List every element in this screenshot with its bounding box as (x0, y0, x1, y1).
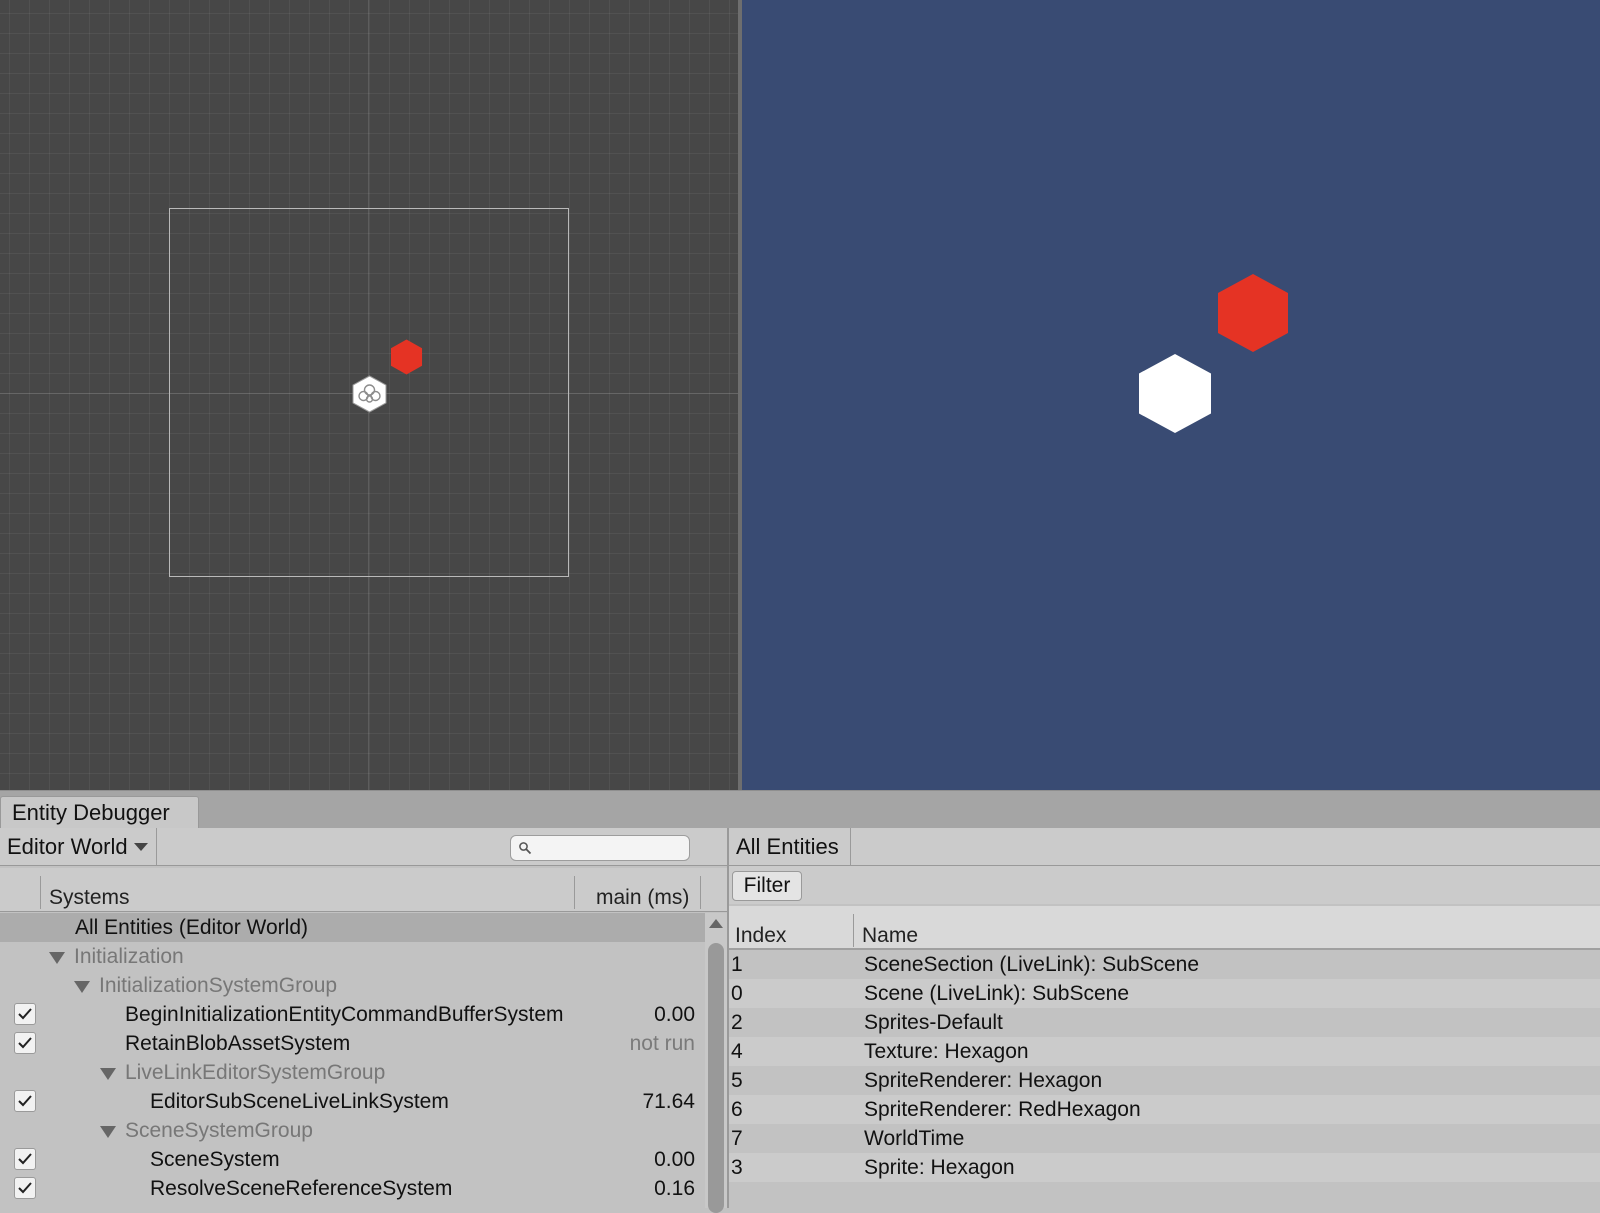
system-row[interactable]: SceneSystem 0.00 (0, 1145, 705, 1174)
entity-name: SceneSection (LiveLink): SubScene (864, 953, 1200, 976)
entity-name: Sprite: Hexagon (864, 1156, 1015, 1179)
system-row-all-entities[interactable]: All Entities (Editor World) (0, 913, 705, 942)
scrollbar-thumb[interactable] (708, 943, 724, 1213)
system-label: SceneSystem (150, 1148, 280, 1171)
system-time: 0.16 (654, 1177, 695, 1200)
entity-row[interactable]: 3 Sprite: Hexagon (729, 1153, 1600, 1182)
column-header-index[interactable]: Index (735, 924, 786, 948)
entity-row[interactable]: 7 WorldTime (729, 1124, 1600, 1153)
entity-name: Scene (LiveLink): SubScene (864, 982, 1129, 1005)
checkmark-icon (18, 1095, 32, 1107)
column-header-name[interactable]: Name (862, 924, 918, 948)
system-enabled-checkbox[interactable] (14, 1032, 36, 1054)
entity-row[interactable]: 4 Texture: Hexagon (729, 1037, 1600, 1066)
system-time: 0.00 (654, 1003, 695, 1026)
system-group-row[interactable]: Initialization (0, 942, 705, 971)
filter-bar: Filter (729, 866, 1600, 904)
column-separator (853, 914, 854, 947)
system-row[interactable]: EditorSubSceneLiveLinkSystem 71.64 (0, 1087, 705, 1116)
entities-panel-title: All Entities (729, 828, 851, 865)
system-time: not run (629, 1032, 695, 1055)
system-group-label: Initialization (74, 945, 184, 968)
entity-row[interactable]: 2 Sprites-Default (729, 1008, 1600, 1037)
column-header-systems[interactable]: Systems (49, 886, 130, 910)
scene-white-hexagon[interactable] (352, 375, 387, 413)
checkmark-icon (18, 1008, 32, 1020)
game-white-hexagon (1139, 354, 1211, 433)
checkmark-icon (18, 1153, 32, 1165)
entity-row[interactable]: 6 SpriteRenderer: RedHexagon (729, 1095, 1600, 1124)
entity-index: 0 (731, 982, 743, 1005)
system-label: BeginInitializationEntityCommandBufferSy… (125, 1003, 564, 1026)
system-enabled-checkbox[interactable] (14, 1177, 36, 1199)
chevron-down-icon (134, 843, 148, 851)
scroll-up-arrow-icon[interactable] (709, 919, 723, 928)
system-group-label: LiveLinkEditorSystemGroup (125, 1061, 386, 1084)
checkmark-icon (18, 1182, 32, 1194)
entity-name: SpriteRenderer: RedHexagon (864, 1098, 1141, 1121)
world-dropdown[interactable]: Editor World (0, 828, 157, 865)
entity-index: 6 (731, 1098, 743, 1121)
entity-name: SpriteRenderer: Hexagon (864, 1069, 1103, 1092)
system-enabled-checkbox[interactable] (14, 1148, 36, 1170)
entity-index: 4 (731, 1040, 743, 1063)
scene-view[interactable] (0, 0, 738, 790)
entity-index: 3 (731, 1156, 743, 1179)
systems-panel: Editor World Systems main (ms) All Entit… (0, 828, 727, 1213)
system-group-row[interactable]: SceneSystemGroup (0, 1116, 705, 1145)
entity-index: 1 (731, 953, 743, 976)
entity-index: 7 (731, 1127, 743, 1150)
foldout-triangle-icon[interactable] (100, 1126, 116, 1138)
system-enabled-checkbox[interactable] (14, 1003, 36, 1025)
entity-name: Sprites-Default (864, 1011, 1003, 1034)
system-label: EditorSubSceneLiveLinkSystem (150, 1090, 449, 1113)
system-group-label: SceneSystemGroup (125, 1119, 313, 1142)
system-enabled-checkbox[interactable] (14, 1090, 36, 1112)
world-dropdown-label: Editor World (7, 834, 128, 859)
system-group-label: InitializationSystemGroup (99, 974, 338, 997)
column-separator (700, 876, 701, 909)
entity-row[interactable]: 5 SpriteRenderer: Hexagon (729, 1066, 1600, 1095)
entity-name: Texture: Hexagon (864, 1040, 1029, 1063)
window-tab-bar: Entity Debugger (0, 790, 1600, 829)
foldout-triangle-icon[interactable] (74, 981, 90, 993)
systems-scrollbar[interactable] (705, 913, 727, 1213)
column-separator (40, 876, 41, 909)
search-input[interactable] (510, 835, 690, 861)
system-time: 0.00 (654, 1148, 695, 1171)
entities-panel: All Entities Filter Index Name 1 SceneSe… (729, 828, 1600, 1208)
entities-toolbar: All Entities (729, 828, 1600, 866)
system-label: RetainBlobAssetSystem (125, 1032, 351, 1055)
column-separator (574, 876, 575, 909)
system-row[interactable]: RetainBlobAssetSystem not run (0, 1029, 705, 1058)
entity-index: 5 (731, 1069, 743, 1092)
scene-red-hexagon[interactable] (390, 338, 423, 376)
systems-header: Systems main (ms) (0, 868, 727, 912)
system-row[interactable]: BeginInitializationEntityCommandBufferSy… (0, 1000, 705, 1029)
tab-entity-debugger[interactable]: Entity Debugger (0, 796, 199, 829)
foldout-triangle-icon[interactable] (49, 952, 65, 964)
filter-button[interactable]: Filter (732, 871, 802, 901)
search-icon (519, 842, 532, 855)
system-row[interactable]: ResolveSceneReferenceSystem 0.16 (0, 1174, 705, 1203)
system-time: 71.64 (642, 1090, 695, 1113)
system-group-row[interactable]: LiveLinkEditorSystemGroup (0, 1058, 705, 1087)
foldout-triangle-icon[interactable] (100, 1068, 116, 1080)
system-label: All Entities (Editor World) (75, 916, 309, 939)
entity-name: WorldTime (864, 1127, 965, 1150)
systems-toolbar: Editor World (0, 828, 727, 866)
entities-header: Index Name (729, 906, 1600, 950)
system-group-row[interactable]: InitializationSystemGroup (0, 971, 705, 1000)
entity-row[interactable]: 1 SceneSection (LiveLink): SubScene (729, 950, 1600, 979)
entities-table: 1 SceneSection (LiveLink): SubScene 0 Sc… (729, 950, 1600, 1208)
system-label: ResolveSceneReferenceSystem (150, 1177, 453, 1200)
entity-row[interactable]: 0 Scene (LiveLink): SubScene (729, 979, 1600, 1008)
checkmark-icon (18, 1037, 32, 1049)
systems-tree: All Entities (Editor World) Initializati… (0, 913, 705, 1208)
game-red-hexagon (1218, 274, 1288, 352)
entity-index: 2 (731, 1011, 743, 1034)
game-view[interactable] (742, 0, 1600, 790)
column-header-main-ms[interactable]: main (ms) (596, 886, 689, 910)
